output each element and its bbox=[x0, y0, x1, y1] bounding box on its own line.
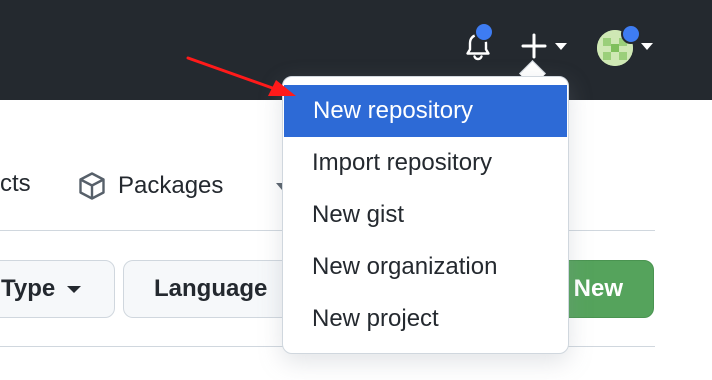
tab-projects[interactable]: cts bbox=[0, 170, 31, 198]
notifications-button[interactable] bbox=[462, 22, 494, 62]
menu-item-new-organization[interactable]: New organization bbox=[283, 241, 568, 293]
avatar-status-badge bbox=[621, 24, 641, 44]
language-filter-button[interactable]: Language bbox=[123, 260, 303, 318]
create-new-menu: New repository Import repository New gis… bbox=[282, 76, 569, 354]
package-icon bbox=[79, 172, 105, 200]
language-filter-label: Language bbox=[154, 275, 268, 302]
chevron-down-icon bbox=[555, 43, 567, 50]
chevron-down-icon bbox=[641, 43, 653, 50]
type-filter-label: Type bbox=[1, 275, 56, 302]
tab-packages-label: Packages bbox=[118, 172, 224, 199]
menu-item-new-project[interactable]: New project bbox=[283, 293, 568, 345]
menu-item-new-repository[interactable]: New repository bbox=[284, 85, 567, 137]
type-filter-button[interactable]: Type bbox=[0, 260, 115, 318]
menu-item-import-repository[interactable]: Import repository bbox=[283, 137, 568, 189]
new-button-label: New bbox=[573, 275, 623, 302]
notification-badge bbox=[474, 22, 494, 42]
plus-icon bbox=[521, 33, 547, 59]
tab-packages[interactable]: Packages bbox=[78, 168, 223, 204]
create-new-button[interactable] bbox=[518, 30, 572, 62]
chevron-down-icon bbox=[67, 285, 82, 293]
menu-item-new-gist[interactable]: New gist bbox=[283, 189, 568, 241]
user-menu-button[interactable] bbox=[597, 24, 657, 66]
